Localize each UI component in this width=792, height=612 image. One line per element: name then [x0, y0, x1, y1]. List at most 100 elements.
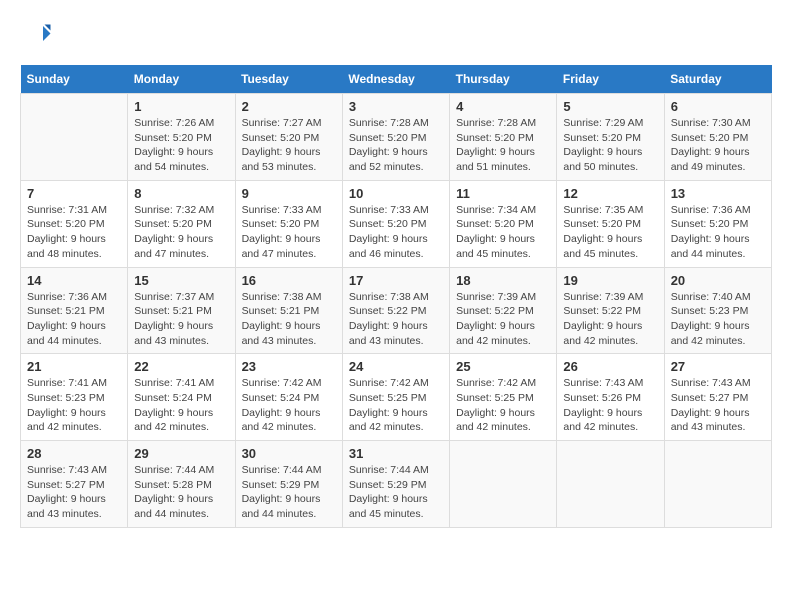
calendar-cell: 16 Sunrise: 7:38 AM Sunset: 5:21 PM Dayli…: [235, 267, 342, 354]
day-number: 21: [27, 359, 121, 374]
calendar-cell: 12 Sunrise: 7:35 AM Sunset: 5:20 PM Dayli…: [557, 180, 664, 267]
day-number: 5: [563, 99, 657, 114]
calendar-cell: 19Sunrise: 7:39 AM Sunset: 5:22 PM Dayli…: [557, 267, 664, 354]
weekday-header-monday: Monday: [128, 65, 235, 94]
weekday-header-tuesday: Tuesday: [235, 65, 342, 94]
calendar-cell: 9 Sunrise: 7:33 AM Sunset: 5:20 PM Daylig…: [235, 180, 342, 267]
day-info: Sunrise: 7:41 AM Sunset: 5:23 PM Dayligh…: [27, 376, 121, 435]
day-info: Sunrise: 7:44 AM Sunset: 5:29 PM Dayligh…: [242, 463, 336, 522]
day-info: Sunrise: 7:41 AM Sunset: 5:24 PM Dayligh…: [134, 376, 228, 435]
day-number: 25: [456, 359, 550, 374]
day-number: 27: [671, 359, 765, 374]
day-info: Sunrise: 7:43 AM Sunset: 5:26 PM Dayligh…: [563, 376, 657, 435]
weekday-header-wednesday: Wednesday: [342, 65, 449, 94]
day-number: 31: [349, 446, 443, 461]
day-info: Sunrise: 7:35 AM Sunset: 5:20 PM Dayligh…: [563, 203, 657, 262]
day-number: 1: [134, 99, 228, 114]
calendar-cell: 30Sunrise: 7:44 AM Sunset: 5:29 PM Dayli…: [235, 441, 342, 528]
day-number: 12: [563, 186, 657, 201]
calendar-table: SundayMondayTuesdayWednesdayThursdayFrid…: [20, 65, 772, 528]
day-info: Sunrise: 7:36 AM Sunset: 5:20 PM Dayligh…: [671, 203, 765, 262]
weekday-header-sunday: Sunday: [21, 65, 128, 94]
day-info: Sunrise: 7:38 AM Sunset: 5:21 PM Dayligh…: [242, 290, 336, 349]
weekday-header-thursday: Thursday: [450, 65, 557, 94]
day-number: 15: [134, 273, 228, 288]
logo-icon: [22, 20, 52, 50]
calendar-cell: 5 Sunrise: 7:29 AM Sunset: 5:20 PM Daylig…: [557, 94, 664, 181]
calendar-cell: [557, 441, 664, 528]
calendar-cell: 31 Sunrise: 7:44 AM Sunset: 5:29 PM Dayli…: [342, 441, 449, 528]
day-info: Sunrise: 7:27 AM Sunset: 5:20 PM Dayligh…: [242, 116, 336, 175]
calendar-cell: 3 Sunrise: 7:28 AM Sunset: 5:20 PM Daylig…: [342, 94, 449, 181]
day-number: 28: [27, 446, 121, 461]
calendar-header: SundayMondayTuesdayWednesdayThursdayFrid…: [21, 65, 772, 94]
day-number: 7: [27, 186, 121, 201]
calendar-week-3: 14 Sunrise: 7:36 AM Sunset: 5:21 PM Dayli…: [21, 267, 772, 354]
day-info: Sunrise: 7:34 AM Sunset: 5:20 PM Dayligh…: [456, 203, 550, 262]
day-number: 13: [671, 186, 765, 201]
day-info: Sunrise: 7:36 AM Sunset: 5:21 PM Dayligh…: [27, 290, 121, 349]
day-number: 8: [134, 186, 228, 201]
day-info: Sunrise: 7:42 AM Sunset: 5:25 PM Dayligh…: [349, 376, 443, 435]
day-number: 20: [671, 273, 765, 288]
day-info: Sunrise: 7:44 AM Sunset: 5:29 PM Dayligh…: [349, 463, 443, 522]
weekday-header-saturday: Saturday: [664, 65, 771, 94]
day-number: 9: [242, 186, 336, 201]
day-number: 10: [349, 186, 443, 201]
day-number: 19: [563, 273, 657, 288]
page-header: [20, 20, 772, 55]
weekday-header-friday: Friday: [557, 65, 664, 94]
day-info: Sunrise: 7:32 AM Sunset: 5:20 PM Dayligh…: [134, 203, 228, 262]
calendar-week-4: 21 Sunrise: 7:41 AM Sunset: 5:23 PM Dayli…: [21, 354, 772, 441]
calendar-cell: 7Sunrise: 7:31 AM Sunset: 5:20 PM Daylig…: [21, 180, 128, 267]
day-info: Sunrise: 7:28 AM Sunset: 5:20 PM Dayligh…: [456, 116, 550, 175]
calendar-cell: 23Sunrise: 7:42 AM Sunset: 5:24 PM Dayli…: [235, 354, 342, 441]
calendar-cell: 26 Sunrise: 7:43 AM Sunset: 5:26 PM Dayli…: [557, 354, 664, 441]
day-info: Sunrise: 7:30 AM Sunset: 5:20 PM Dayligh…: [671, 116, 765, 175]
day-number: 11: [456, 186, 550, 201]
day-info: Sunrise: 7:26 AM Sunset: 5:20 PM Dayligh…: [134, 116, 228, 175]
calendar-cell: 1 Sunrise: 7:26 AM Sunset: 5:20 PM Daylig…: [128, 94, 235, 181]
calendar-cell: 8 Sunrise: 7:32 AM Sunset: 5:20 PM Daylig…: [128, 180, 235, 267]
day-number: 24: [349, 359, 443, 374]
calendar-cell: 25Sunrise: 7:42 AM Sunset: 5:25 PM Dayli…: [450, 354, 557, 441]
calendar-cell: 4 Sunrise: 7:28 AM Sunset: 5:20 PM Daylig…: [450, 94, 557, 181]
day-number: 3: [349, 99, 443, 114]
day-number: 29: [134, 446, 228, 461]
day-number: 26: [563, 359, 657, 374]
calendar-week-2: 7Sunrise: 7:31 AM Sunset: 5:20 PM Daylig…: [21, 180, 772, 267]
day-info: Sunrise: 7:39 AM Sunset: 5:22 PM Dayligh…: [456, 290, 550, 349]
calendar-cell: 29 Sunrise: 7:44 AM Sunset: 5:28 PM Dayli…: [128, 441, 235, 528]
day-number: 4: [456, 99, 550, 114]
day-info: Sunrise: 7:29 AM Sunset: 5:20 PM Dayligh…: [563, 116, 657, 175]
calendar-cell: 6 Sunrise: 7:30 AM Sunset: 5:20 PM Daylig…: [664, 94, 771, 181]
day-info: Sunrise: 7:37 AM Sunset: 5:21 PM Dayligh…: [134, 290, 228, 349]
calendar-cell: 28 Sunrise: 7:43 AM Sunset: 5:27 PM Dayli…: [21, 441, 128, 528]
calendar-cell: 24 Sunrise: 7:42 AM Sunset: 5:25 PM Dayli…: [342, 354, 449, 441]
calendar-cell: 14 Sunrise: 7:36 AM Sunset: 5:21 PM Dayli…: [21, 267, 128, 354]
calendar-cell: 15 Sunrise: 7:37 AM Sunset: 5:21 PM Dayli…: [128, 267, 235, 354]
day-number: 16: [242, 273, 336, 288]
calendar-body: 1 Sunrise: 7:26 AM Sunset: 5:20 PM Daylig…: [21, 94, 772, 528]
day-number: 18: [456, 273, 550, 288]
day-number: 14: [27, 273, 121, 288]
calendar-cell: 18 Sunrise: 7:39 AM Sunset: 5:22 PM Dayli…: [450, 267, 557, 354]
calendar-week-1: 1 Sunrise: 7:26 AM Sunset: 5:20 PM Daylig…: [21, 94, 772, 181]
calendar-cell: 22Sunrise: 7:41 AM Sunset: 5:24 PM Dayli…: [128, 354, 235, 441]
day-number: 2: [242, 99, 336, 114]
day-number: 6: [671, 99, 765, 114]
calendar-cell: 10Sunrise: 7:33 AM Sunset: 5:20 PM Dayli…: [342, 180, 449, 267]
calendar-cell: 13 Sunrise: 7:36 AM Sunset: 5:20 PM Dayli…: [664, 180, 771, 267]
day-info: Sunrise: 7:38 AM Sunset: 5:22 PM Dayligh…: [349, 290, 443, 349]
day-info: Sunrise: 7:43 AM Sunset: 5:27 PM Dayligh…: [671, 376, 765, 435]
day-info: Sunrise: 7:33 AM Sunset: 5:20 PM Dayligh…: [242, 203, 336, 262]
calendar-cell: 11 Sunrise: 7:34 AM Sunset: 5:20 PM Dayli…: [450, 180, 557, 267]
day-info: Sunrise: 7:44 AM Sunset: 5:28 PM Dayligh…: [134, 463, 228, 522]
day-info: Sunrise: 7:28 AM Sunset: 5:20 PM Dayligh…: [349, 116, 443, 175]
calendar-cell: 27 Sunrise: 7:43 AM Sunset: 5:27 PM Dayli…: [664, 354, 771, 441]
day-info: Sunrise: 7:40 AM Sunset: 5:23 PM Dayligh…: [671, 290, 765, 349]
day-info: Sunrise: 7:43 AM Sunset: 5:27 PM Dayligh…: [27, 463, 121, 522]
logo: [20, 20, 52, 55]
calendar-week-5: 28 Sunrise: 7:43 AM Sunset: 5:27 PM Dayli…: [21, 441, 772, 528]
day-number: 17: [349, 273, 443, 288]
